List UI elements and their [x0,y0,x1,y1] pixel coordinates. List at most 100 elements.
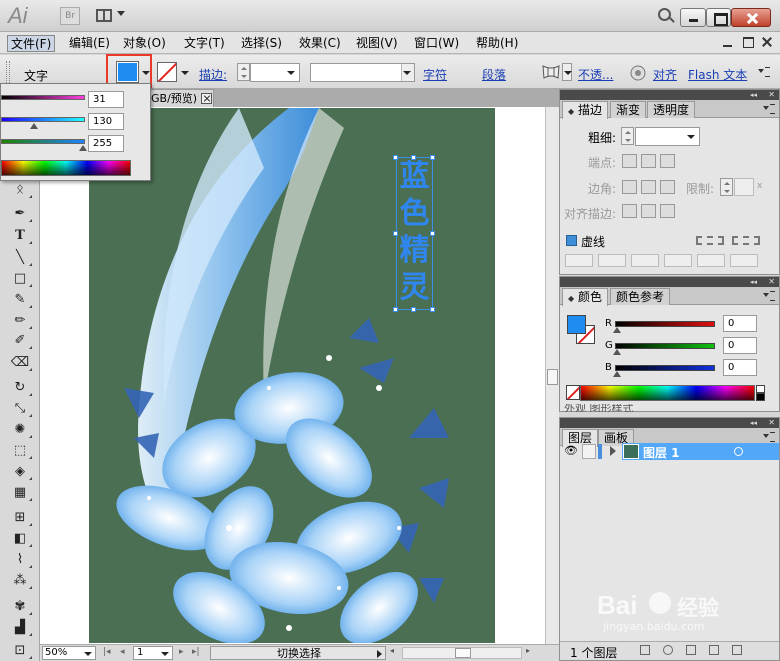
eraser-icon[interactable]: ⌫ [9,353,32,373]
pencil-icon[interactable]: ✏ [9,311,32,331]
rectangle-tool-icon[interactable]: □ [9,269,32,289]
corner-bevel-button[interactable] [660,180,675,194]
menu-file[interactable]: 文件(F) [7,35,56,52]
cap-square-button[interactable] [660,154,675,168]
none-swatch[interactable] [566,385,580,400]
control-menu-button[interactable] [755,64,773,80]
new-sublayer-icon[interactable] [686,645,696,655]
dash-gap-fields[interactable] [565,254,775,268]
artboard-tool-icon[interactable]: ⊡ [9,641,32,661]
close-icon[interactable]: ✕ [768,418,775,427]
recolor-artwork-icon[interactable] [629,64,647,82]
bridge-button[interactable]: Br [60,7,80,25]
black-swatch[interactable] [756,393,765,401]
red-value-field[interactable]: 31 [88,91,124,108]
weight-stepper[interactable] [621,127,634,145]
scrollbar-thumb[interactable] [547,369,558,385]
workspace-switcher-button[interactable] [96,7,126,25]
limit-field[interactable] [734,178,754,196]
eye-icon[interactable]: 👁 [564,445,578,457]
panel-menu-icon[interactable] [763,104,775,114]
stroke-color-swatch[interactable] [157,62,177,82]
blend-tool-icon[interactable]: ⁂ [9,571,32,591]
blue-value-field[interactable]: 255 [88,135,124,152]
limit-stepper[interactable] [720,178,733,196]
new-layer-icon[interactable] [709,645,719,655]
warp-tool-icon[interactable]: ✺ [9,420,32,440]
tab-gradient[interactable]: 渐变 [610,101,647,118]
grip-handle[interactable] [6,61,10,83]
collapse-arrows-icon[interactable]: ◂◂ [750,419,757,427]
fill-swatch[interactable] [567,315,586,334]
menu-help[interactable]: 帮助(H) [473,35,521,52]
selection-handle[interactable] [393,231,398,236]
r-value-field[interactable]: 0 [723,315,757,332]
window-close-button[interactable] [731,8,771,27]
clipping-mask-icon[interactable] [663,645,673,655]
gradient-tool-icon[interactable]: ◧ [9,529,32,549]
b-slider-thumb[interactable] [613,371,621,377]
first-page-icon[interactable]: |◂ [103,647,111,657]
mesh-tool-icon[interactable]: ⊞ [9,508,32,528]
rotate-tool-icon[interactable]: ↻ [9,378,32,398]
blue-slider-track[interactable] [1,139,85,144]
free-transform-icon[interactable]: ⬚ [9,441,32,461]
g-slider[interactable] [615,343,715,349]
stroke-link[interactable]: 描边: [199,66,227,83]
symbol-sprayer-icon[interactable]: ✾ [9,597,32,617]
menu-object[interactable]: 对象(O) [120,35,169,52]
menu-type[interactable]: 文字(T) [181,35,228,52]
corner-round-button[interactable] [641,180,656,194]
vertical-scrollbar[interactable] [545,107,559,645]
collapse-arrows-icon[interactable]: ◂◂ [750,278,757,286]
font-family-dropdown[interactable] [310,63,415,82]
cap-round-button[interactable] [641,154,656,168]
scroll-right-icon[interactable]: ▸ [526,646,536,660]
weight-dropdown[interactable] [635,127,700,146]
selection-handle[interactable] [393,155,398,160]
align-link[interactable]: 对齐 [653,66,677,83]
selection-handle[interactable] [411,155,416,160]
lock-toggle[interactable] [582,444,596,459]
selected-vertical-text[interactable]: 蓝 色 精 灵 [396,157,433,310]
selection-handle[interactable] [411,307,416,312]
page-number-field[interactable]: 1 [133,646,173,660]
document-tab[interactable]: GB/预览) [150,89,214,107]
locate-object-icon[interactable] [640,645,650,655]
paintbrush-icon[interactable]: ✎ [9,290,32,310]
last-page-icon[interactable]: ▸| [192,647,200,657]
line-tool-icon[interactable]: ╲ [9,248,32,268]
layer-row[interactable]: 👁 图层 1 [560,443,779,460]
white-swatch[interactable] [756,385,765,393]
close-icon[interactable]: ✕ [768,277,775,286]
r-slider-thumb[interactable] [613,327,621,333]
character-link[interactable]: 字符 [423,66,447,83]
artboard[interactable] [89,108,495,643]
type-tool-icon[interactable]: T [9,226,32,246]
eyedropper-icon[interactable]: ⌇ [9,550,32,570]
red-slider-track[interactable] [1,95,85,100]
graph-tool-icon[interactable]: ▟ [9,618,32,638]
menu-window[interactable]: 窗口(W) [411,35,462,52]
menu-select[interactable]: 选择(S) [238,35,285,52]
color-spectrum[interactable] [1,160,131,176]
expand-arrow-icon[interactable] [610,446,616,456]
close-icon[interactable] [201,93,212,104]
tab-color-guide[interactable]: 颜色参考 [610,288,671,305]
dash-preserve-icon[interactable] [696,236,724,245]
dash-align-icon[interactable] [732,236,760,245]
g-slider-thumb[interactable] [613,349,621,355]
target-circle-icon[interactable] [734,447,743,456]
panel-menu-icon[interactable] [763,291,775,301]
b-slider[interactable] [615,365,715,371]
selection-handle[interactable] [430,231,435,236]
search-icon[interactable] [658,8,671,21]
prev-page-icon[interactable]: ◂ [120,647,125,657]
shape-builder-icon[interactable]: ◈ [9,462,32,482]
horizontal-scrollbar[interactable] [402,647,522,659]
pen-icon[interactable]: ✒ [9,204,32,224]
envelope-warp-icon[interactable] [541,64,561,80]
g-value-field[interactable]: 0 [723,337,757,354]
trash-icon[interactable] [732,645,742,655]
align-outside-button[interactable] [660,204,675,218]
